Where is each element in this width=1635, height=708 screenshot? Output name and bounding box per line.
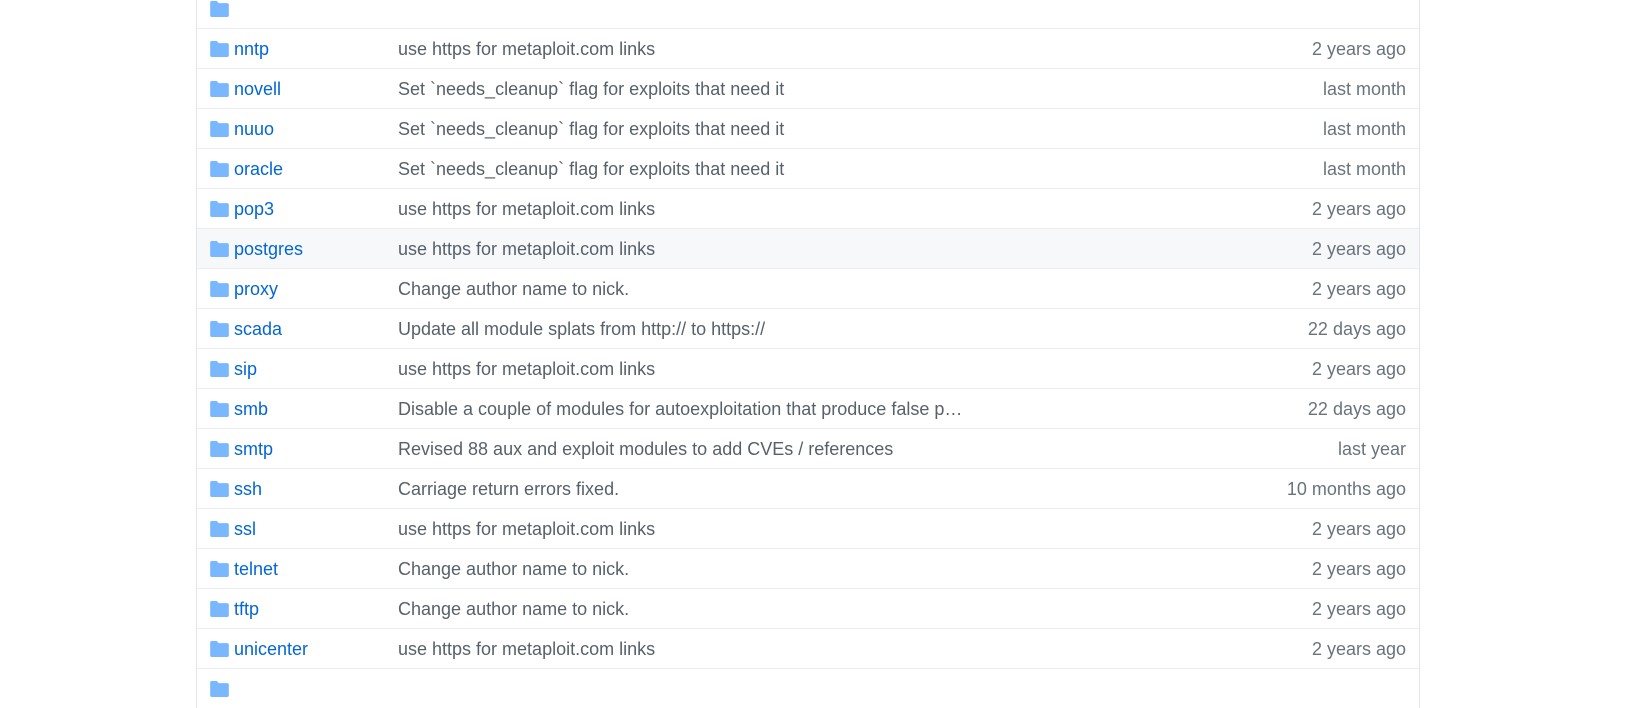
- file-row[interactable]: unicenter use https for metaploit.com li…: [197, 628, 1419, 668]
- commit-message-link[interactable]: use https for metaploit.com links: [398, 38, 655, 60]
- commit-message-link[interactable]: Carriage return errors fixed.: [398, 478, 619, 500]
- commit-age: last month: [1322, 79, 1406, 99]
- commit-age: last month: [1322, 119, 1406, 139]
- folder-icon: [210, 521, 229, 537]
- file-row[interactable]: tftp Change author name to nick. 2 years…: [197, 588, 1419, 628]
- folder-icon: [210, 241, 229, 257]
- folder-link[interactable]: oracle: [234, 158, 283, 180]
- folder-icon: [210, 81, 229, 97]
- folder-link[interactable]: sip: [234, 358, 257, 380]
- commit-age: 22 days ago: [1307, 399, 1406, 419]
- file-row[interactable]: nuuo Set `needs_cleanup` flag for exploi…: [197, 108, 1419, 148]
- folder-link[interactable]: nuuo: [234, 118, 274, 140]
- commit-message-link[interactable]: use https for metaploit.com links: [398, 358, 655, 380]
- commit-age: last year: [1337, 439, 1406, 459]
- folder-link[interactable]: scada: [234, 318, 282, 340]
- commit-age: 2 years ago: [1311, 639, 1406, 659]
- commit-age: 2 years ago: [1311, 39, 1406, 59]
- folder-icon: [210, 361, 229, 377]
- folder-link[interactable]: novell: [234, 78, 281, 100]
- commit-age: 2 years ago: [1311, 519, 1406, 539]
- commit-age: 2 years ago: [1311, 199, 1406, 219]
- folder-link[interactable]: pop3: [234, 198, 274, 220]
- commit-message-link[interactable]: use https for metaploit.com links: [398, 198, 655, 220]
- folder-link[interactable]: tftp: [234, 598, 259, 620]
- folder-link[interactable]: smtp: [234, 438, 273, 460]
- commit-message-link[interactable]: Set `needs_cleanup` flag for exploits th…: [398, 78, 784, 100]
- file-row[interactable]: postgres use https for metaploit.com lin…: [197, 228, 1419, 268]
- folder-link[interactable]: smb: [234, 398, 268, 420]
- folder-icon: [210, 561, 229, 577]
- folder-icon: [210, 161, 229, 177]
- folder-icon: [210, 681, 229, 697]
- folder-link[interactable]: ssl: [234, 518, 256, 540]
- commit-message-link[interactable]: Disable a couple of modules for autoexpl…: [398, 398, 962, 420]
- folder-link[interactable]: postgres: [234, 238, 303, 260]
- commit-message-link[interactable]: Change author name to nick.: [398, 278, 629, 300]
- file-row[interactable]: nntp use https for metaploit.com links 2…: [197, 28, 1419, 68]
- file-row[interactable]: ssh Carriage return errors fixed. 10 mon…: [197, 468, 1419, 508]
- folder-icon: [210, 441, 229, 457]
- file-row[interactable]: proxy Change author name to nick. 2 year…: [197, 268, 1419, 308]
- folder-link[interactable]: telnet: [234, 558, 278, 580]
- file-row[interactable]: pop3 use https for metaploit.com links 2…: [197, 188, 1419, 228]
- file-row[interactable]: sip use https for metaploit.com links 2 …: [197, 348, 1419, 388]
- file-row[interactable]: oracle Set `needs_cleanup` flag for expl…: [197, 148, 1419, 188]
- file-row[interactable]: scada Update all module splats from http…: [197, 308, 1419, 348]
- folder-icon: [210, 281, 229, 297]
- file-row[interactable]: smtp Revised 88 aux and exploit modules …: [197, 428, 1419, 468]
- commit-age: 2 years ago: [1311, 239, 1406, 259]
- folder-link[interactable]: nntp: [234, 38, 269, 60]
- commit-message-link[interactable]: Change author name to nick.: [398, 558, 629, 580]
- commit-age: 2 years ago: [1311, 279, 1406, 299]
- commit-message-link[interactable]: use https for metaploit.com links: [398, 518, 655, 540]
- folder-icon: [210, 601, 229, 617]
- commit-message-link[interactable]: Set `needs_cleanup` flag for exploits th…: [398, 118, 784, 140]
- folder-icon: [210, 201, 229, 217]
- commit-age: 2 years ago: [1311, 599, 1406, 619]
- folder-link[interactable]: unicenter: [234, 638, 308, 660]
- file-row[interactable]: novell Set `needs_cleanup` flag for expl…: [197, 68, 1419, 108]
- folder-icon: [210, 41, 229, 57]
- commit-message-link[interactable]: Update all module splats from http:// to…: [398, 318, 765, 340]
- folder-link[interactable]: ssh: [234, 478, 262, 500]
- folder-icon: [210, 1, 229, 17]
- folder-icon: [210, 401, 229, 417]
- folder-link[interactable]: proxy: [234, 278, 278, 300]
- commit-age: 2 years ago: [1311, 559, 1406, 579]
- commit-message-link[interactable]: use https for metaploit.com links: [398, 238, 655, 260]
- file-row[interactable]: ssl use https for metaploit.com links 2 …: [197, 508, 1419, 548]
- file-row[interactable]: [197, 668, 1419, 708]
- commit-message-link[interactable]: use https for metaploit.com links: [398, 638, 655, 660]
- folder-icon: [210, 641, 229, 657]
- commit-message-link[interactable]: Revised 88 aux and exploit modules to ad…: [398, 438, 893, 460]
- folder-icon: [210, 121, 229, 137]
- file-row[interactable]: smb Disable a couple of modules for auto…: [197, 388, 1419, 428]
- folder-icon: [210, 481, 229, 497]
- commit-age: last month: [1322, 159, 1406, 179]
- file-list: nntp use https for metaploit.com links 2…: [196, 0, 1420, 708]
- commit-age: 22 days ago: [1307, 319, 1406, 339]
- folder-icon: [210, 321, 229, 337]
- commit-message-link[interactable]: Change author name to nick.: [398, 598, 629, 620]
- file-row[interactable]: telnet Change author name to nick. 2 yea…: [197, 548, 1419, 588]
- file-row[interactable]: [197, 0, 1419, 28]
- commit-age: 2 years ago: [1311, 359, 1406, 379]
- commit-message-link[interactable]: Set `needs_cleanup` flag for exploits th…: [398, 158, 784, 180]
- commit-age: 10 months ago: [1286, 479, 1406, 499]
